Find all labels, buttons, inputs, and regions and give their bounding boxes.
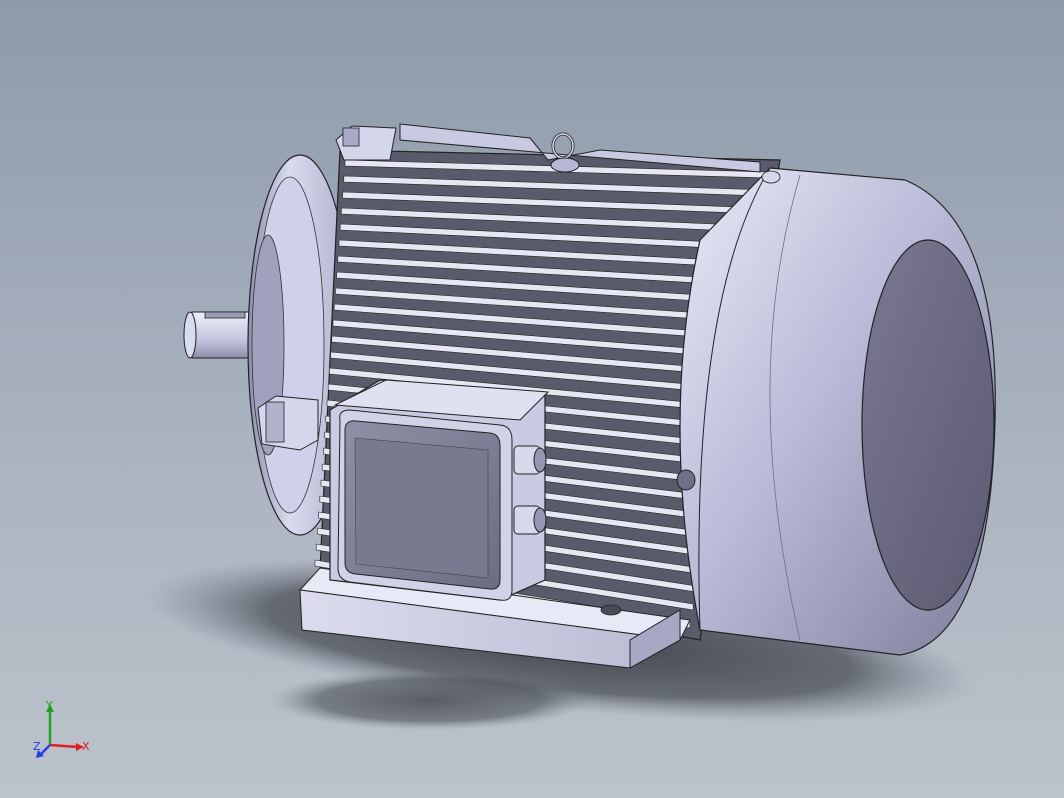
terminal-box[interactable] [329,379,550,601]
z-axis-label: Z [33,740,41,753]
motor-model-view[interactable] [0,0,1064,798]
fan-cover[interactable] [676,167,996,656]
top-flange-bolt [335,125,397,161]
cable-gland-upper [513,445,547,475]
graphics-viewport[interactable]: Y X Z [0,0,1064,798]
x-axis-label: X [82,740,90,753]
axis-triad: Y X Z [33,700,90,758]
y-axis-label: Y [45,700,53,712]
cable-gland-lower [513,505,547,535]
lower-flange-bolt [257,395,319,451]
x-axis-arrow [49,743,79,749]
